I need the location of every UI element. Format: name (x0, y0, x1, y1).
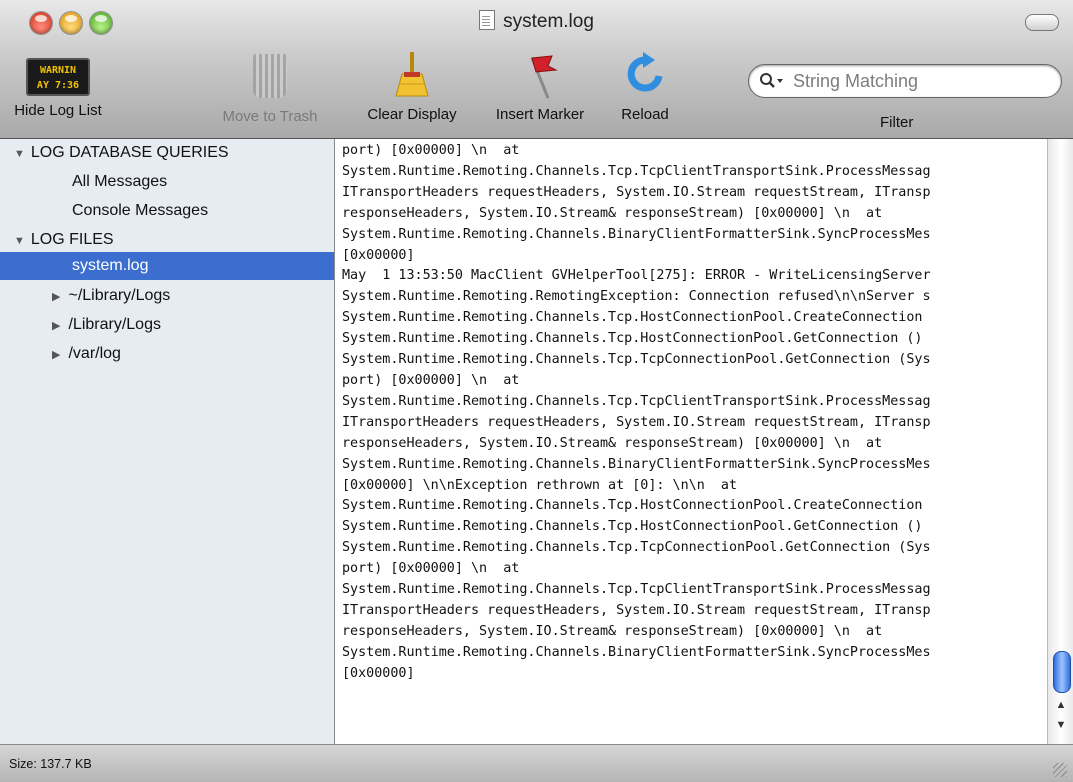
insert-marker-button[interactable]: Insert Marker (480, 50, 600, 123)
sidebar-item-label: /Library/Logs (68, 316, 161, 333)
log-line: System.Runtime.Remoting.RemotingExceptio… (342, 289, 931, 305)
sidebar-item-system-log[interactable]: system.log (0, 252, 334, 280)
clear-display-label: Clear Display (367, 106, 457, 123)
window-title-text: system.log (503, 11, 594, 32)
reload-button[interactable]: Reload (610, 50, 680, 123)
scrollbar-thumb[interactable] (1053, 651, 1071, 693)
log-line: System.Runtime.Remoting.Channels.Tcp.Hos… (342, 519, 923, 535)
broom-icon (395, 52, 429, 97)
log-line: System.Runtime.Remoting.Channels.BinaryC… (342, 644, 931, 660)
log-line: ITransportHeaders requestHeaders, System… (342, 414, 931, 430)
log-line: System.Runtime.Remoting.Channels.Tcp.Tcp… (342, 393, 931, 409)
scroll-up-arrow-icon[interactable]: ▲ (1054, 699, 1068, 715)
log-line: System.Runtime.Remoting.Channels.Tcp.Hos… (342, 498, 923, 514)
log-line: System.Runtime.Remoting.Channels.BinaryC… (342, 226, 931, 242)
log-line: System.Runtime.Remoting.Channels.Tcp.Tcp… (342, 352, 931, 368)
clear-display-button[interactable]: Clear Display (354, 50, 470, 123)
sidebar-folder-var-log[interactable]: /var/log (0, 340, 334, 368)
sidebar-folder-library-logs[interactable]: /Library/Logs (0, 311, 334, 339)
search-icon (760, 73, 783, 88)
filter-label: Filter (880, 114, 914, 131)
log-content-view[interactable]: port) [0x00000] \n at System.Runtime.Remo… (335, 139, 1047, 744)
status-bar: Size: 137.7 KB (0, 744, 1073, 782)
sidebar-item-label: All Messages (72, 173, 168, 190)
log-line: port) [0x00000] \n at (342, 561, 520, 577)
log-line: [0x00000] \n\nException rethrown at [0]:… (342, 477, 738, 493)
window-title: system.log (0, 10, 1073, 33)
title-bar[interactable]: system.log (0, 0, 1073, 46)
reload-label: Reload (621, 106, 669, 123)
log-line: responseHeaders, System.IO.Stream& respo… (342, 435, 883, 451)
log-line: [0x00000] (342, 665, 415, 681)
log-line: System.Runtime.Remoting.Channels.BinaryC… (342, 456, 931, 472)
warning-badge-time: AY 7:36 (36, 80, 80, 91)
console-window: system.log WARNIN AY 7:36 Hide Log List … (0, 0, 1073, 782)
log-line: System.Runtime.Remoting.Channels.Tcp.Hos… (342, 331, 923, 347)
log-line: System.Runtime.Remoting.Channels.Tcp.Hos… (342, 310, 923, 326)
sidebar-item-label: system.log (72, 257, 149, 274)
log-line: responseHeaders, System.IO.Stream& respo… (342, 205, 883, 221)
search-input[interactable] (791, 67, 1055, 95)
sidebar-item-label: Console Messages (72, 202, 209, 219)
hide-log-list-label: Hide Log List (14, 102, 102, 119)
reload-icon (627, 52, 663, 92)
file-size-status: Size: 137.7 KB (9, 757, 92, 771)
sidebar-item-all-messages[interactable]: All Messages (0, 168, 334, 196)
warning-log-icon: WARNIN AY 7:36 (26, 58, 90, 96)
sidebar-item-label: /var/log (68, 345, 121, 362)
search-field[interactable] (748, 64, 1062, 98)
log-line: May 1 13:53:50 MacClient GVHelperTool[27… (342, 268, 931, 284)
log-line: System.Runtime.Remoting.Channels.Tcp.Tcp… (342, 163, 931, 179)
log-list-sidebar: LOG DATABASE QUERIES All Messages Consol… (0, 139, 335, 744)
move-to-trash-label: Move to Trash (222, 108, 318, 125)
resize-grip-icon[interactable] (1053, 763, 1067, 777)
insert-marker-label: Insert Marker (495, 106, 585, 123)
log-line: ITransportHeaders requestHeaders, System… (342, 184, 931, 200)
toolbar-toggle-button[interactable] (1025, 14, 1059, 31)
vertical-scrollbar[interactable]: ▲ ▼ (1047, 139, 1073, 744)
log-line: port) [0x00000] \n at (342, 372, 520, 388)
sidebar-item-label: LOG DATABASE QUERIES (30, 144, 229, 161)
sidebar-folder-user-library-logs[interactable]: ~/Library/Logs (0, 282, 334, 310)
log-line: System.Runtime.Remoting.Channels.Tcp.Tcp… (342, 540, 931, 556)
log-line: responseHeaders, System.IO.Stream& respo… (342, 623, 883, 639)
sidebar-item-console-messages[interactable]: Console Messages (0, 197, 334, 225)
sidebar-item-label: ~/Library/Logs (68, 287, 171, 304)
move-to-trash-button[interactable]: Move to Trash (208, 50, 332, 125)
log-line: port) [0x00000] \n at (342, 143, 520, 158)
hide-log-list-button[interactable]: WARNIN AY 7:36 Hide Log List (8, 50, 108, 119)
sidebar-group-log-files[interactable]: LOG FILES (0, 226, 334, 254)
log-line: System.Runtime.Remoting.Channels.Tcp.Tcp… (342, 582, 931, 598)
warning-badge-text: WARNIN (39, 65, 77, 76)
sidebar-group-log-database-queries[interactable]: LOG DATABASE QUERIES (0, 139, 334, 167)
scroll-down-arrow-icon[interactable]: ▼ (1054, 719, 1068, 735)
trash-icon (253, 54, 287, 98)
document-icon (479, 10, 496, 30)
log-text: port) [0x00000] \n at System.Runtime.Remo… (335, 139, 1047, 685)
marker-flag-icon (530, 55, 558, 99)
sidebar-item-label: LOG FILES (30, 231, 114, 248)
log-line: ITransportHeaders requestHeaders, System… (342, 602, 931, 618)
log-line: [0x00000] (342, 247, 415, 263)
